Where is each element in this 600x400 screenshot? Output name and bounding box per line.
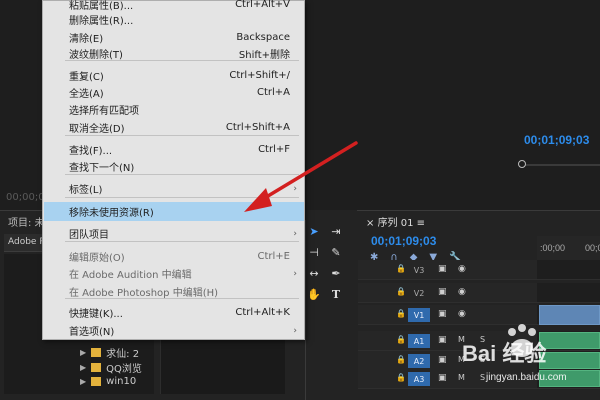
- menu-item[interactable]: 在 Adobe Audition 中编辑 ›: [44, 264, 304, 283]
- menu-item-label: 查找下一个(N): [69, 163, 135, 174]
- lock-icon[interactable]: 🔒: [396, 355, 406, 364]
- menu-item-shortcut: Ctrl+Alt+V: [235, 0, 290, 10]
- menu-item-label: 标签(L): [69, 185, 103, 196]
- watermark-brand: Bai 经验: [462, 341, 547, 366]
- lock-icon[interactable]: 🔒: [396, 335, 406, 344]
- sync-lock-icon[interactable]: ▣: [438, 264, 447, 274]
- menu-item-label: 查找(F)...: [69, 146, 113, 157]
- ruler-label: 00;00: [585, 243, 600, 253]
- menu-item[interactable]: 在 Adobe Photoshop 中编辑(H): [44, 282, 304, 301]
- sync-lock-icon[interactable]: ▣: [438, 335, 447, 345]
- folder-label: 求仙: 2: [106, 348, 140, 360]
- track-target-v2[interactable]: V2: [408, 286, 430, 300]
- menu-item-label: 在 Adobe Photoshop 中编辑(H): [69, 288, 219, 299]
- program-scrubber[interactable]: [512, 158, 600, 172]
- sequence-tab[interactable]: × 序列 01 ≡: [366, 214, 425, 229]
- menu-item[interactable]: 波纹删除(T) Shift+删除: [44, 44, 304, 63]
- expand-arrow-icon[interactable]: ▶: [80, 377, 86, 386]
- sync-lock-icon[interactable]: ▣: [438, 373, 447, 383]
- type-tool-icon[interactable]: T: [328, 286, 344, 302]
- menu-item[interactable]: 首选项(N) ›: [44, 321, 304, 340]
- folder-row[interactable]: ▶ win10: [80, 373, 136, 389]
- track-header[interactable]: 🔒 V3 ▣ ◉: [358, 260, 537, 280]
- sequence-timecode[interactable]: 00;01;09;03: [371, 234, 436, 248]
- menu-item-label: 在 Adobe Audition 中编辑: [69, 270, 192, 281]
- track-select-tool-icon[interactable]: ⇥: [328, 223, 344, 239]
- folder-row[interactable]: ▶ 求仙: 2: [80, 344, 139, 360]
- menu-item-label: 取消全选(D): [69, 124, 125, 135]
- lock-icon[interactable]: 🔒: [396, 287, 406, 296]
- close-icon[interactable]: ×: [366, 218, 378, 229]
- menu-item[interactable]: 删除属性(R)...: [44, 10, 304, 29]
- razor-tool-icon[interactable]: ✎: [328, 244, 344, 260]
- folder-icon: [91, 376, 102, 386]
- submenu-arrow-icon: ›: [293, 325, 297, 336]
- folder-icon: [91, 347, 102, 357]
- toggle-output-eye-icon[interactable]: ◉: [458, 264, 466, 274]
- menu-item-label: 编辑原始(O): [69, 253, 125, 264]
- menu-item-label: 选择所有匹配项: [69, 106, 139, 117]
- menu-item-shortcut: Ctrl+A: [256, 87, 290, 98]
- submenu-arrow-icon: ›: [293, 228, 297, 239]
- scrub-knob[interactable]: [518, 160, 526, 168]
- menu-item-label: 团队项目: [69, 230, 109, 241]
- sync-lock-icon[interactable]: ▣: [438, 355, 447, 365]
- menu-item-label: 重复(C): [69, 72, 104, 83]
- pen-tool-icon[interactable]: ✒: [328, 265, 344, 281]
- menu-item[interactable]: 快捷键(K)... Ctrl+Alt+K: [44, 303, 304, 322]
- hand-tool-icon[interactable]: ✋: [306, 286, 322, 302]
- lock-icon[interactable]: 🔒: [396, 373, 406, 382]
- menu-item-label: 删除属性(R)...: [69, 16, 134, 27]
- red-annotation-arrow-icon: [244, 141, 358, 212]
- menu-item[interactable]: 选择所有匹配项: [44, 100, 304, 119]
- track-target-v1[interactable]: V1: [408, 308, 430, 322]
- track-header[interactable]: 🔒 V2 ▣ ◉: [358, 283, 537, 303]
- menu-item-label: 全选(A): [69, 89, 104, 100]
- menu-item[interactable]: 团队项目 ›: [44, 224, 304, 243]
- menu-item-shortcut: Ctrl+E: [257, 251, 291, 262]
- scrub-track: [520, 164, 600, 166]
- menu-item-shortcut: Ctrl+Alt+K: [235, 307, 290, 318]
- track-clip-area[interactable]: [537, 260, 600, 280]
- submenu-arrow-icon: ›: [293, 268, 297, 279]
- toggle-output-eye-icon[interactable]: ◉: [458, 287, 466, 297]
- project-panel-title[interactable]: 项目: 未: [8, 214, 45, 229]
- expand-arrow-icon[interactable]: ▶: [80, 363, 86, 372]
- menu-item-label: 首选项(N): [69, 327, 115, 338]
- menu-item-shortcut: Ctrl+Shift+A: [225, 122, 290, 133]
- folder-icon: [91, 362, 102, 372]
- menu-item[interactable]: 取消全选(D) Ctrl+Shift+A: [44, 118, 304, 137]
- menu-item-shortcut: Backspace: [236, 32, 290, 43]
- slip-tool-icon[interactable]: ↔: [306, 265, 322, 281]
- menu-item-shortcut: Shift+删除: [238, 50, 290, 61]
- folder-label: win10: [106, 375, 137, 387]
- sync-lock-icon[interactable]: ▣: [438, 287, 447, 297]
- watermark-url: jingyan.baidu.com: [486, 372, 567, 383]
- ripple-edit-tool-icon[interactable]: ⊣: [306, 244, 322, 260]
- toggle-output-eye-icon[interactable]: ◉: [458, 309, 466, 319]
- menu-item-label: 波纹删除(T): [69, 50, 123, 61]
- menu-item-label: 清除(E): [69, 34, 104, 45]
- menu-item-shortcut: Ctrl+Shift+/: [229, 70, 290, 81]
- lock-icon[interactable]: 🔒: [396, 309, 406, 318]
- program-timecode[interactable]: 00;01;09;03: [524, 133, 589, 147]
- track-target-a2[interactable]: A2: [408, 354, 430, 368]
- selection-tool-icon[interactable]: ➤: [306, 223, 322, 239]
- sequence-title: 序列 01 ≡: [377, 218, 426, 229]
- lock-icon[interactable]: 🔒: [396, 264, 406, 273]
- track-target-a3[interactable]: A3: [408, 372, 430, 386]
- track-target-v3[interactable]: V3: [408, 263, 430, 277]
- menu-item-label: 移除未使用资源(R): [69, 208, 154, 219]
- ruler-label: :00;00: [540, 243, 566, 253]
- menu-item-label: 快捷键(K)...: [69, 309, 123, 320]
- project-tab-label[interactable]: Adobe P: [8, 237, 45, 247]
- expand-arrow-icon[interactable]: ▶: [80, 348, 86, 357]
- track-clip-area[interactable]: [537, 283, 600, 303]
- sync-lock-icon[interactable]: ▣: [438, 309, 447, 319]
- track-target-a1[interactable]: A1: [408, 334, 430, 348]
